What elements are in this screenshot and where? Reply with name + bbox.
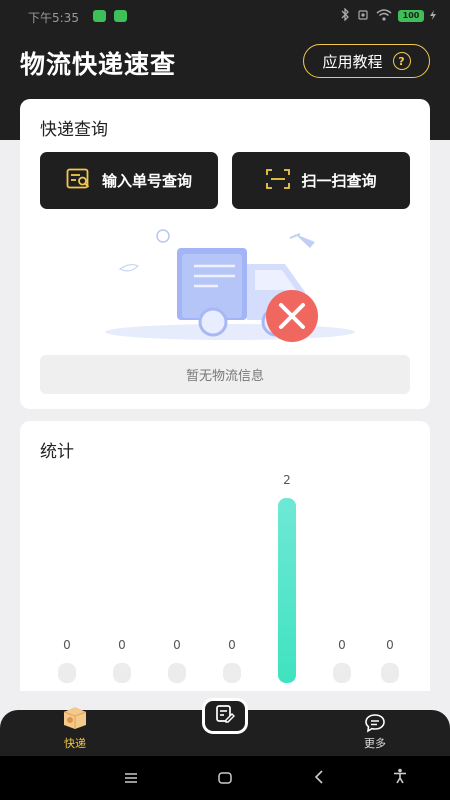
nav-menu-button[interactable] — [111, 756, 151, 800]
tutorial-label: 应用教程 — [322, 52, 383, 71]
notification-app-icon — [93, 10, 106, 22]
nav-accessibility-button[interactable] — [380, 756, 420, 800]
page-title: 物流快递速查 — [20, 50, 177, 79]
chart-bar — [58, 663, 76, 683]
nav-home-button[interactable] — [205, 756, 245, 800]
chart-bar — [333, 663, 351, 683]
chart-bar — [381, 663, 399, 683]
nav-back-button[interactable] — [299, 756, 339, 800]
menu-icon — [124, 769, 138, 788]
chart-bar — [278, 498, 296, 683]
chart-value-label: 2 — [283, 473, 291, 487]
stats-bar-chart: 0 0 0 0 2 0 0 — [58, 473, 399, 683]
input-number-query-button[interactable]: 输入单号查询 — [40, 152, 218, 209]
scan-query-label: 扫一扫查询 — [301, 172, 377, 190]
tab-express[interactable]: 快递 — [40, 707, 110, 756]
empty-truck-illustration — [100, 224, 360, 349]
tab-more[interactable]: 更多 — [340, 710, 410, 756]
status-bar: 下午5:35 100 — [0, 0, 450, 32]
chart-value-label: 0 — [338, 638, 346, 652]
chart-value-label: 0 — [173, 638, 181, 652]
vibrate-icon — [356, 9, 370, 24]
stats-card: 统计 0000200 — [20, 421, 430, 691]
query-card-title: 快递查询 — [40, 120, 108, 140]
tab-more-label: 更多 — [364, 737, 386, 750]
chart-bar — [168, 663, 186, 683]
battery-indicator: 100 — [398, 10, 424, 22]
tab-express-label: 快递 — [64, 737, 86, 750]
accessibility-icon — [392, 768, 408, 788]
status-time: 下午5:35 — [28, 11, 79, 25]
search-document-icon — [66, 168, 92, 194]
scan-query-button[interactable]: 扫一扫查询 — [232, 152, 410, 209]
chart-bar — [113, 663, 131, 683]
query-card: 快递查询 输入单号查询 扫一扫查询 暂无物流信息 — [20, 99, 430, 409]
scan-icon — [265, 168, 291, 194]
bluetooth-icon — [340, 7, 350, 24]
empty-state-message: 暂无物流信息 — [40, 355, 410, 394]
home-icon — [218, 769, 232, 788]
help-icon: ? — [392, 52, 411, 70]
chart-value-label: 0 — [386, 638, 394, 652]
status-indicators: 100 — [340, 7, 436, 24]
package-box-icon — [60, 704, 90, 734]
chart-value-label: 0 — [118, 638, 126, 652]
notification-app-icon — [114, 10, 127, 22]
tutorial-button[interactable]: 应用教程 ? — [303, 44, 430, 78]
center-action-button[interactable] — [202, 698, 248, 734]
input-number-query-label: 输入单号查询 — [101, 172, 192, 190]
edit-document-icon — [215, 704, 235, 728]
chart-bar — [223, 663, 241, 683]
back-icon — [314, 769, 324, 788]
chart-value-label: 0 — [63, 638, 71, 652]
chart-value-label: 0 — [228, 638, 236, 652]
charging-icon — [430, 9, 436, 23]
wifi-icon — [376, 8, 392, 24]
system-navigation-bar — [0, 756, 450, 800]
chat-bubble-icon — [364, 713, 386, 737]
